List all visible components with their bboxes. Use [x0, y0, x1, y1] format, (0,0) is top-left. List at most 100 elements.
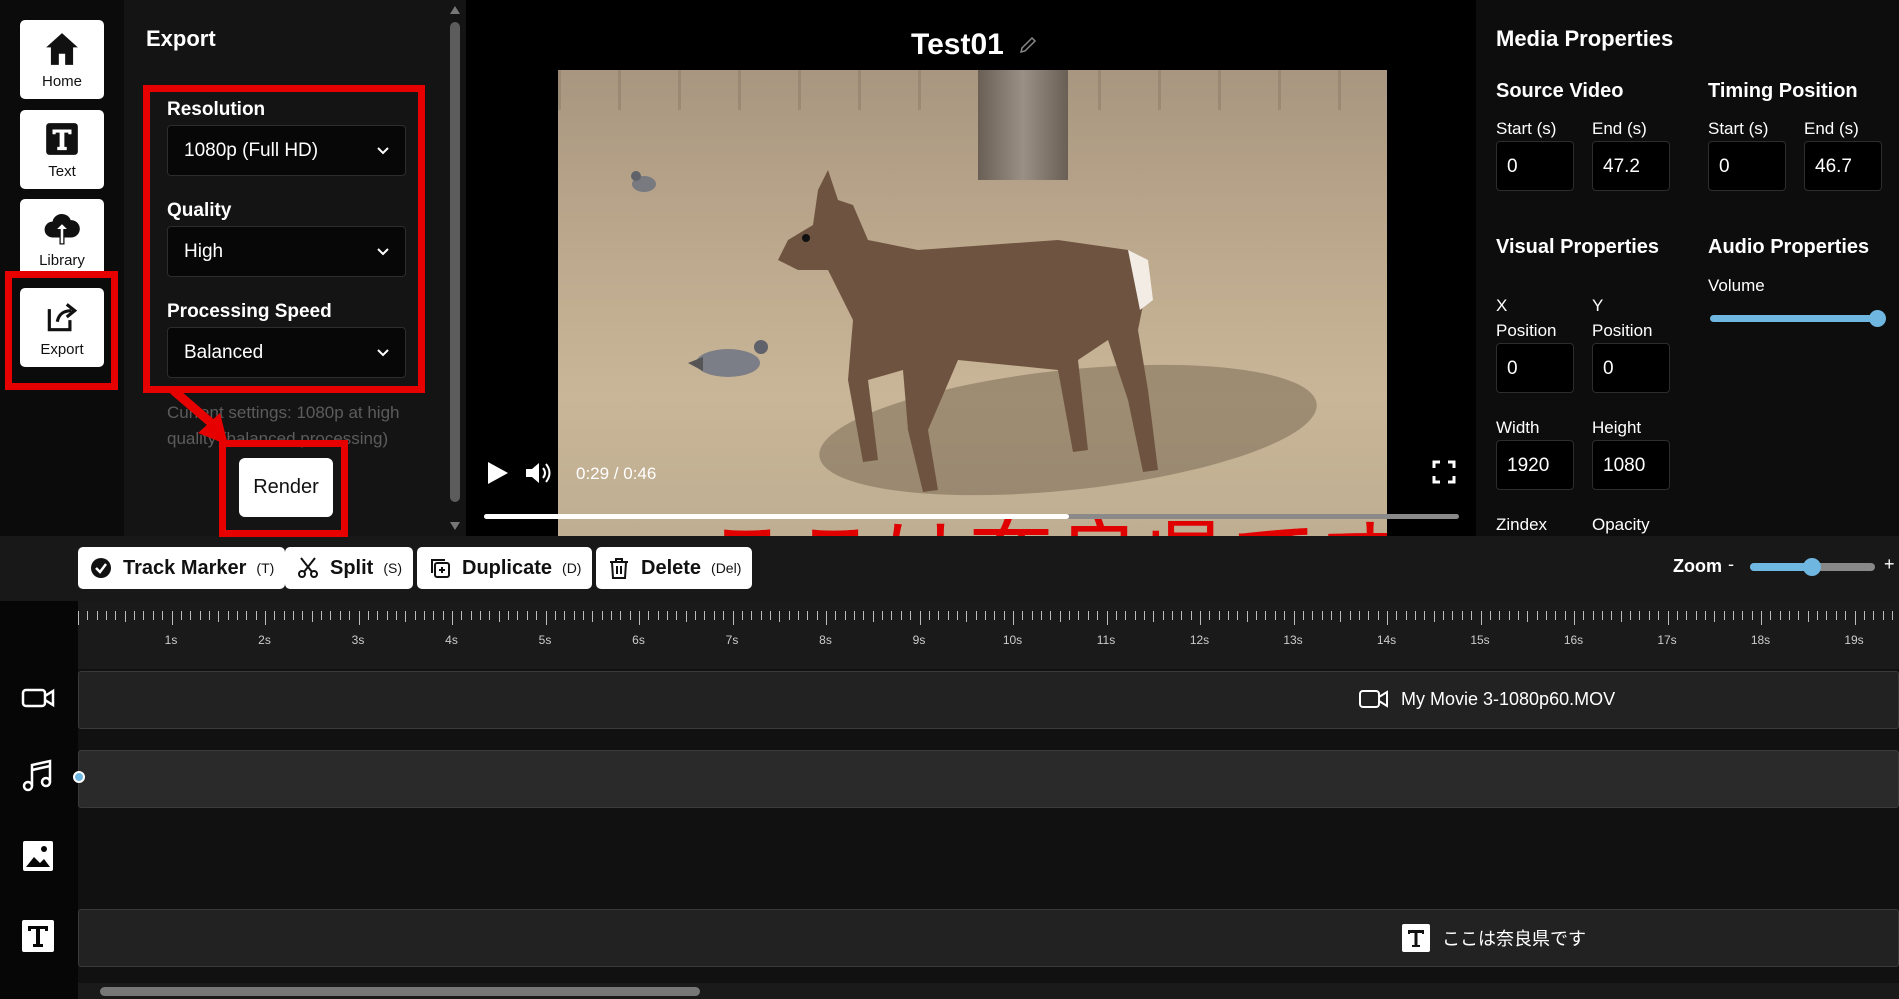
ruler-tick [1461, 611, 1463, 620]
ruler-tick [956, 611, 958, 620]
duplicate-shortcut: (D) [562, 560, 582, 576]
ruler-tick [1209, 611, 1211, 620]
ruler-tick [1620, 611, 1622, 622]
timeline-ruler[interactable]: 1s 2s 3s 4s 5s 6s 7s 8s 9s 10s 11s 12s 13s 14s 15s 16s 1… [78, 601, 1899, 669]
y-position-field[interactable]: 0 [1592, 343, 1670, 393]
video-clip[interactable]: My Movie 3-1080p60.MOV [1359, 688, 1615, 710]
ruler-tick [349, 611, 351, 620]
fullscreen-icon[interactable] [1432, 460, 1456, 484]
ruler-tick [994, 611, 996, 620]
scroll-up-arrow-icon[interactable] [450, 6, 460, 14]
ruler-tick [900, 611, 902, 620]
source-video-heading: Source Video [1496, 80, 1624, 102]
ruler-tick [1387, 611, 1388, 625]
visual-properties-heading: Visual Properties [1496, 236, 1660, 258]
nav-home-button[interactable]: Home [20, 20, 104, 99]
ruler-tick [1545, 611, 1547, 620]
width-field[interactable]: 1920 [1496, 440, 1574, 490]
ruler-tick [1321, 611, 1323, 620]
ruler-tick [87, 611, 89, 620]
playback-progress-fill [484, 514, 1069, 519]
ruler-tick [246, 611, 248, 620]
height-field[interactable]: 1080 [1592, 440, 1670, 490]
ruler-tick [433, 611, 435, 620]
ruler-tick [1854, 611, 1856, 625]
x-position-label-line1: X [1496, 296, 1508, 315]
playhead-marker[interactable] [73, 771, 85, 783]
track-marker-label: Track Marker [123, 556, 247, 579]
zoom-slider[interactable] [1750, 558, 1875, 576]
ruler-tick [265, 611, 266, 625]
playback-progress-bar[interactable] [484, 514, 1459, 519]
ruler-tick-label: 18s [1750, 633, 1771, 647]
width-label: Width [1496, 418, 1540, 437]
ruler-tick [508, 611, 510, 620]
pencil-icon[interactable] [1018, 35, 1038, 55]
nav-text-label: Text [48, 162, 76, 180]
track-marker-button[interactable]: Track Marker (T) [78, 547, 286, 589]
timeline-toolbar: Track Marker (T) Split (S) Duplicate (D)… [0, 536, 1899, 601]
ruler-tick [1873, 611, 1875, 620]
text-clip[interactable]: ここは奈良県です [1402, 924, 1586, 952]
timing-start-field[interactable]: 0 [1708, 141, 1786, 191]
duplicate-icon [431, 559, 450, 578]
scrollbar-thumb[interactable] [450, 22, 460, 502]
timeline-horizontal-scrollbar[interactable] [78, 983, 1899, 999]
split-button[interactable]: Split (S) [285, 547, 414, 589]
ruler-tick [414, 611, 416, 620]
nav-text-button[interactable]: Text [20, 110, 104, 189]
play-icon[interactable] [484, 460, 510, 486]
volume-icon[interactable] [524, 460, 552, 486]
ruler-tick [358, 611, 360, 625]
audio-properties-heading: Audio Properties [1708, 236, 1870, 258]
source-start-field[interactable]: 0 [1496, 141, 1574, 191]
video-camera-icon [21, 688, 55, 708]
audio-track[interactable] [73, 750, 1899, 808]
video-player[interactable]: ここは奈良県です [558, 70, 1387, 536]
volume-slider[interactable] [1710, 310, 1886, 327]
ruler-tick [1658, 611, 1660, 620]
ruler-tick [788, 611, 790, 620]
ruler-tick [1200, 611, 1201, 625]
cloud-upload-icon [44, 213, 80, 244]
timeline-scrollbar-thumb[interactable] [100, 987, 700, 996]
ruler-tick [826, 611, 827, 625]
zoom-slider-knob[interactable] [1803, 558, 1821, 576]
timing-position-heading: Timing Position [1708, 80, 1858, 102]
video-track[interactable]: My Movie 3-1080p60.MOV [78, 671, 1899, 729]
ruler-tick [648, 611, 650, 620]
text-track[interactable]: ここは奈良県です [78, 909, 1899, 967]
project-title-text: Test01 [911, 28, 1004, 61]
ruler-tick [1115, 611, 1117, 620]
volume-slider-knob[interactable] [1869, 310, 1886, 327]
ruler-tick [377, 611, 379, 620]
x-position-field[interactable]: 0 [1496, 343, 1574, 393]
ruler-tick [1648, 611, 1650, 620]
nav-library-button[interactable]: Library [20, 199, 104, 278]
ruler-tick [1265, 611, 1267, 620]
ruler-tick [1882, 611, 1884, 620]
duplicate-button[interactable]: Duplicate (D) [417, 547, 593, 589]
ruler-tick [610, 611, 612, 620]
source-end-field[interactable]: 47.2 [1592, 141, 1670, 191]
project-title[interactable]: Test01 [911, 28, 1038, 62]
zoom-out-button[interactable]: - [1728, 554, 1734, 575]
pigeon-image [688, 340, 768, 377]
panel-scrollbar[interactable] [444, 0, 466, 536]
ruler-tick [1424, 611, 1426, 620]
zoom-in-button[interactable]: + [1884, 554, 1895, 575]
scroll-down-arrow-icon[interactable] [450, 522, 460, 530]
timing-end-field[interactable]: 46.7 [1804, 141, 1882, 191]
annotation-arrow-icon [169, 386, 228, 445]
ruler-tick [1134, 611, 1136, 620]
track-icons-column [0, 601, 78, 999]
ruler-tick [1237, 611, 1239, 620]
ruler-tick [255, 611, 257, 620]
trash-icon [610, 558, 628, 579]
ruler-tick [1125, 611, 1127, 620]
ruler-tick [1377, 611, 1379, 620]
height-label: Height [1592, 418, 1642, 437]
ruler-tick [162, 611, 164, 620]
ruler-tick [1041, 611, 1043, 620]
delete-button[interactable]: Delete (Del) [596, 547, 753, 589]
